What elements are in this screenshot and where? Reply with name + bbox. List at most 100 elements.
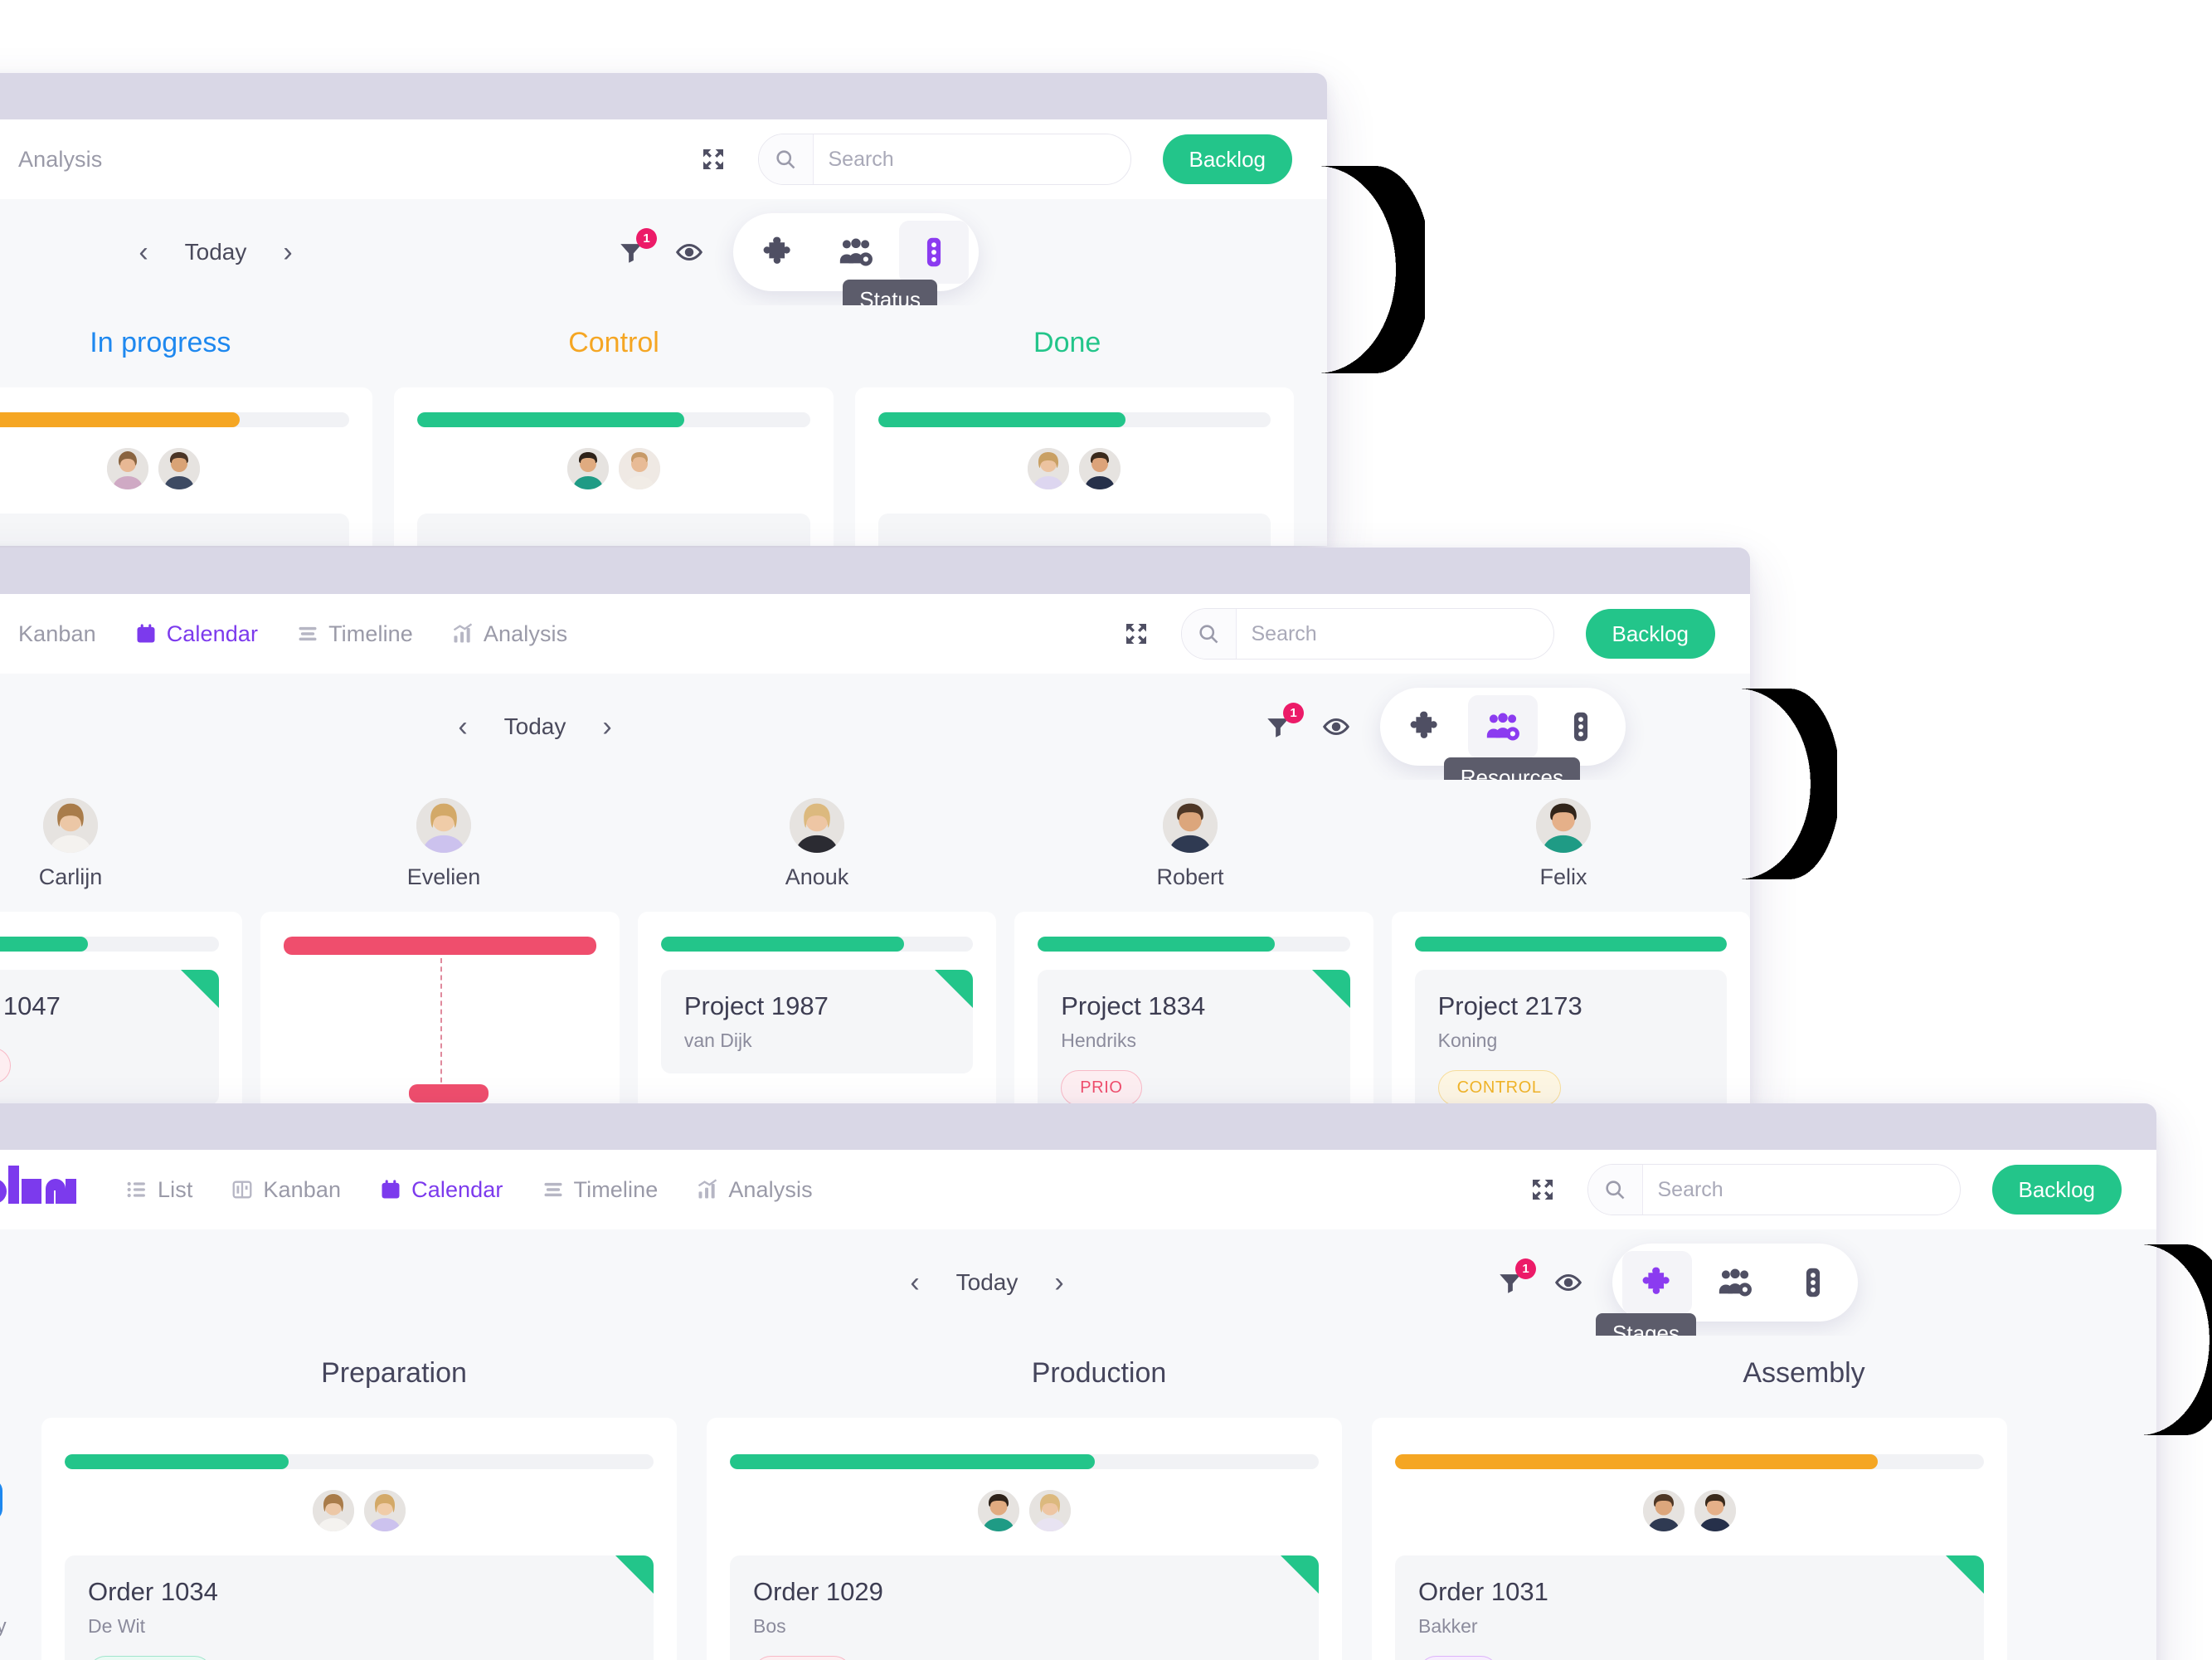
resource-header[interactable]: Carlijn: [0, 780, 257, 912]
avatar: [1163, 798, 1218, 853]
search-box[interactable]: [1587, 1164, 1961, 1215]
order-card[interactable]: Order 1029 Bos SPOED: [730, 1555, 1319, 1660]
eye-icon[interactable]: [1554, 1268, 1582, 1297]
card-title: Order 1031: [1418, 1577, 1548, 1606]
board-panel-3: W17 24 Monday Preparation Production Ass…: [0, 1336, 2156, 1660]
tab-label: Kanban: [263, 1176, 342, 1202]
order-card[interactable]: [417, 514, 810, 546]
shuffle-icon[interactable]: [0, 1361, 41, 1398]
search-input[interactable]: [1236, 609, 1553, 659]
tab-timeline[interactable]: Timeline: [542, 1177, 659, 1203]
timeline-icon: [296, 622, 319, 645]
search-input[interactable]: [1642, 1165, 1960, 1215]
resource-header[interactable]: Anouk: [630, 780, 1004, 912]
eye-icon[interactable]: [675, 238, 703, 266]
search-input[interactable]: [813, 134, 1130, 184]
eye-icon[interactable]: [1322, 713, 1350, 741]
tab-list[interactable]: List: [125, 1177, 192, 1203]
viewmode-stages-button[interactable]: [1390, 695, 1460, 758]
date-nav: ‹ Today ›: [910, 1268, 1063, 1297]
filter-badge: 1: [1283, 703, 1304, 723]
nav-tabs: Kanban Calendar Timeline Analysis: [18, 621, 567, 647]
avatar: [310, 1487, 357, 1534]
search-box[interactable]: [757, 134, 1131, 185]
tab-kanban[interactable]: Kanban: [231, 1177, 341, 1203]
column-title: Preparation: [321, 1357, 467, 1389]
progress-bar: [284, 937, 596, 955]
search-box[interactable]: [1180, 608, 1554, 660]
app-header-right: Backlog: [700, 134, 1292, 185]
next-date-button[interactable]: ›: [1054, 1268, 1063, 1297]
viewmode-stages-button[interactable]: [743, 221, 813, 284]
expand-icon[interactable]: [1123, 621, 1150, 647]
viewmode-status-button[interactable]: [1546, 695, 1616, 758]
prev-date-button[interactable]: ‹: [139, 238, 148, 266]
backlog-button[interactable]: Backlog: [1162, 134, 1292, 184]
prev-date-button[interactable]: ‹: [458, 713, 467, 741]
filter-icon[interactable]: 1: [617, 228, 657, 266]
order-card[interactable]: Project 1987 van Dijk: [660, 970, 974, 1073]
tab-calendar[interactable]: Calendar: [134, 621, 258, 647]
today-button[interactable]: Today: [956, 1269, 1018, 1296]
card-tag: SPOED: [753, 1656, 853, 1660]
window-chrome: [0, 1103, 2156, 1150]
order-card[interactable]: Order 1034 De Wit AKKOORD: [65, 1555, 654, 1660]
resource-header[interactable]: Evelien: [257, 780, 630, 912]
timeline-icon: [542, 1178, 565, 1201]
tab-analysis[interactable]: Analysis: [18, 147, 102, 173]
avatar: [104, 445, 151, 492]
viewmode-resources-button[interactable]: [821, 221, 891, 284]
avatar: [615, 445, 663, 492]
order-card[interactable]: [0, 514, 350, 546]
day-number: 24: [0, 1554, 41, 1605]
resource-name: Felix: [1539, 864, 1587, 889]
calendar-icon: [379, 1178, 402, 1201]
resource-header[interactable]: Robert: [1004, 780, 1377, 912]
order-card[interactable]: Order 1047 PRIO: [0, 970, 220, 1105]
viewmode-status-button[interactable]: [1778, 1251, 1848, 1314]
date-nav: ‹ Today ›: [139, 238, 292, 266]
app-header-right: Backlog: [1123, 608, 1715, 660]
viewmode-status-button[interactable]: [899, 221, 969, 284]
expand-icon[interactable]: [1529, 1176, 1556, 1203]
resource-header[interactable]: Felix: [1377, 780, 1750, 912]
filter-icon[interactable]: 1: [1264, 703, 1304, 741]
tab-label: Calendar: [166, 621, 259, 646]
app-header-right: Backlog: [1529, 1164, 2122, 1215]
tab-analysis[interactable]: Analysis: [451, 621, 567, 647]
card-subtitle: Bakker: [1418, 1615, 1478, 1637]
tab-timeline[interactable]: Timeline: [296, 621, 413, 647]
viewmode-resources-button[interactable]: [1700, 1251, 1770, 1314]
next-date-button[interactable]: ›: [283, 238, 292, 266]
avatar: [1025, 445, 1072, 492]
backlog-button[interactable]: Backlog: [1585, 609, 1715, 659]
card-tag: AKKOORD: [88, 1656, 213, 1660]
order-card[interactable]: [878, 514, 1271, 546]
avatar-group: [730, 1487, 1319, 1534]
view-tools: 1: [1264, 688, 1626, 766]
expand-icon[interactable]: [700, 146, 727, 173]
app-header: Analysis Backlog: [0, 119, 1327, 199]
viewmode-stages-button[interactable]: [1622, 1251, 1692, 1314]
next-date-button[interactable]: ›: [602, 713, 611, 741]
card-tag: CONTROL: [1437, 1070, 1561, 1105]
prev-date-button[interactable]: ‹: [910, 1268, 919, 1297]
order-card[interactable]: Project 1834 Hendriks PRIO: [1038, 970, 1350, 1105]
tab-analysis[interactable]: Analysis: [696, 1177, 813, 1203]
progress-bar: [730, 1454, 1319, 1469]
avatar: [975, 1487, 1022, 1534]
order-card[interactable]: Order 1031 Bakker PRIO: [1395, 1555, 1984, 1660]
nav-tabs: Analysis: [18, 147, 102, 173]
card-title: Order 1029: [753, 1577, 883, 1606]
tab-kanban[interactable]: Kanban: [18, 621, 96, 647]
viewmode-resources-button[interactable]: [1468, 695, 1538, 758]
today-button[interactable]: Today: [185, 239, 247, 265]
tab-calendar[interactable]: Calendar: [379, 1177, 503, 1203]
order-card[interactable]: Project 2173 Koning CONTROL: [1414, 970, 1728, 1105]
window-chrome: [0, 73, 1327, 119]
analysis-icon: [696, 1178, 719, 1201]
backlog-button[interactable]: Backlog: [1991, 1165, 2122, 1215]
today-button[interactable]: Today: [504, 713, 566, 740]
column-title: Done: [1033, 327, 1101, 358]
filter-icon[interactable]: 1: [1496, 1258, 1536, 1297]
